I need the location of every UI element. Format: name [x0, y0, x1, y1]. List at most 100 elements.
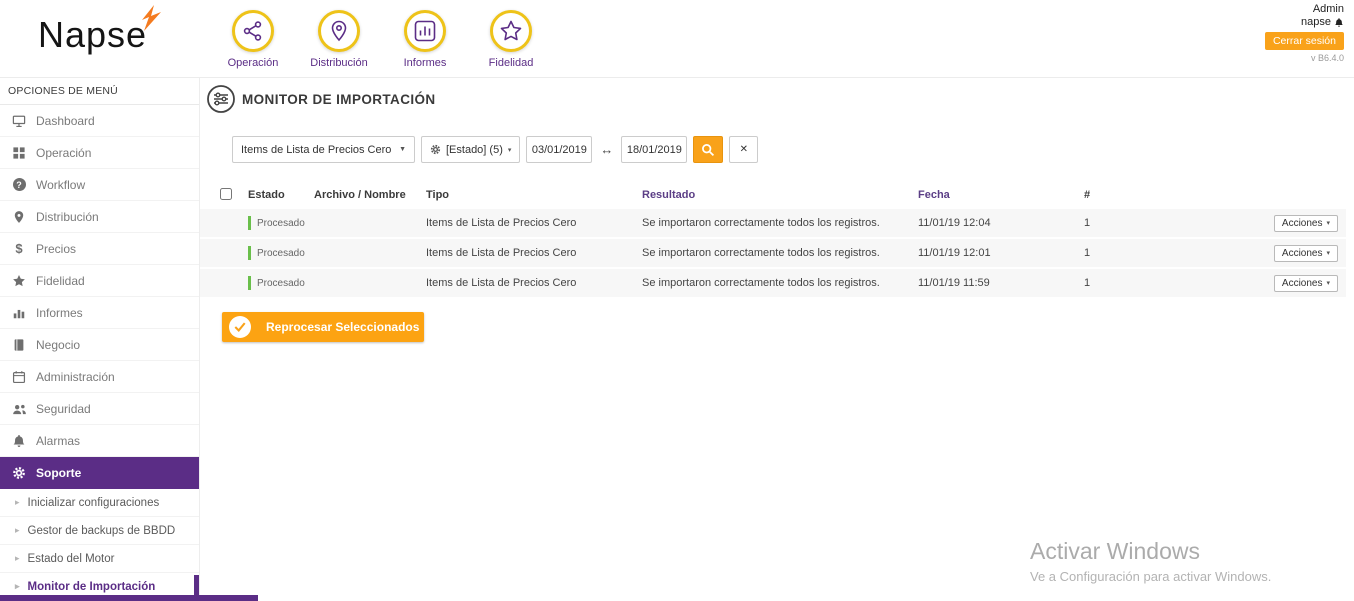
sidebar-item-alarmas[interactable]: Alarmas — [0, 425, 199, 457]
user-role: Admin — [1313, 3, 1344, 15]
logo-spark-icon — [139, 5, 163, 33]
nav-operacion[interactable]: Operación — [210, 10, 296, 69]
app-nav: Operación Distribución I — [210, 10, 554, 69]
windows-activation-watermark: Activar Windows Ve a Configuración para … — [1030, 538, 1271, 584]
sidebar-subitem-label: Estado del Motor — [28, 553, 115, 565]
cell-fecha: 11/01/19 11:59 — [918, 277, 1084, 289]
app-window: Napse Operación — [0, 0, 1354, 601]
sidebar-item-informes[interactable]: Informes — [0, 297, 199, 329]
search-button[interactable] — [693, 136, 723, 163]
network-icon — [242, 20, 264, 42]
book-icon — [11, 338, 27, 352]
chevron-right-icon: ▸ — [15, 525, 20, 536]
cell-tipo: Items de Lista de Precios Cero — [426, 217, 642, 229]
table-header-row: Estado Archivo / Nombre Tipo Resultado F… — [200, 181, 1346, 209]
date-from-value: 03/01/2019 — [532, 144, 587, 156]
chevron-down-icon: ▾ — [508, 146, 512, 154]
acciones-button[interactable]: Acciones ▾ — [1274, 275, 1338, 292]
cell-tipo: Items de Lista de Precios Cero — [426, 247, 642, 259]
acciones-button[interactable]: Acciones ▾ — [1274, 245, 1338, 262]
check-circle — [229, 316, 251, 338]
import-type-select[interactable]: Items de Lista de Precios Cero ▼ — [232, 136, 415, 163]
nav-circle — [404, 10, 446, 52]
reprocess-label: Reprocesar Seleccionados — [266, 320, 419, 334]
sidebar-item-workflow[interactable]: ? Workflow — [0, 169, 199, 201]
bell-icon — [1334, 17, 1344, 28]
nav-fidelidad[interactable]: Fidelidad — [468, 10, 554, 69]
bell-icon — [11, 434, 27, 448]
sidebar-item-negocio[interactable]: Negocio — [0, 329, 199, 361]
sidebar-subitem-gestor-backups[interactable]: ▸ Gestor de backups de BBDD — [0, 517, 199, 545]
user-account-menu[interactable]: napse — [1301, 16, 1344, 28]
dollar-icon: $ — [11, 242, 27, 255]
sidebar-item-label: Precios — [36, 242, 76, 256]
sidebar-item-operacion[interactable]: Operación — [0, 137, 199, 169]
user-box: Admin napse Cerrar sesión v B6.4.0 — [1265, 3, 1344, 63]
chevron-down-icon: ▼ — [399, 146, 406, 153]
col-resultado: Resultado — [642, 189, 918, 201]
watermark-subtitle: Ve a Configuración para activar Windows. — [1030, 569, 1271, 584]
sidebar-item-label: Administración — [36, 370, 115, 384]
sidebar-item-seguridad[interactable]: Seguridad — [0, 393, 199, 425]
nav-circle — [232, 10, 274, 52]
sidebar-item-administracion[interactable]: Administración — [0, 361, 199, 393]
desktop-icon — [11, 114, 27, 128]
sidebar-item-distribucion[interactable]: Distribución — [0, 201, 199, 233]
cell-resultado: Se importaron correctamente todos los re… — [642, 217, 918, 229]
estado-filter-button[interactable]: [Estado] (5) ▾ — [421, 136, 520, 163]
close-icon: ✕ — [740, 144, 748, 155]
cell-fecha: 11/01/19 12:01 — [918, 247, 1084, 259]
col-estado: Estado — [248, 189, 314, 201]
chevron-right-icon: ▸ — [15, 497, 20, 508]
table-row: Procesado Items de Lista de Precios Cero… — [200, 239, 1346, 267]
clear-filters-button[interactable]: ✕ — [729, 136, 758, 163]
chevron-down-icon: ▾ — [1326, 219, 1330, 227]
sidebar-item-precios[interactable]: $ Precios — [0, 233, 199, 265]
date-from-input[interactable]: 03/01/2019 — [526, 136, 592, 163]
chevron-right-icon: ▸ — [15, 553, 20, 564]
sidebar-subitem-inicializar-configuraciones[interactable]: ▸ Inicializar configuraciones — [0, 489, 199, 517]
status-bar — [248, 246, 251, 260]
select-all-checkbox[interactable] — [220, 188, 232, 200]
date-to-input[interactable]: 18/01/2019 — [621, 136, 687, 163]
table-row: Procesado Items de Lista de Precios Cero… — [200, 269, 1346, 297]
logout-button[interactable]: Cerrar sesión — [1265, 32, 1344, 50]
nav-distribucion[interactable]: Distribución — [296, 10, 382, 69]
sliders-icon — [206, 84, 236, 114]
status-text: Procesado — [257, 278, 305, 289]
nav-label: Operación — [228, 57, 279, 69]
filter-bar: Items de Lista de Precios Cero ▼ [Estado… — [232, 136, 1354, 163]
napse-logo[interactable]: Napse — [38, 14, 147, 56]
reprocesar-seleccionados-button[interactable]: Reprocesar Seleccionados — [222, 312, 424, 342]
sidebar-item-dashboard[interactable]: Dashboard — [0, 105, 199, 137]
sidebar: OPCIONES DE MENÚ Dashboard Operación ? W… — [0, 78, 200, 601]
watermark-title: Activar Windows — [1030, 538, 1271, 565]
status-bar — [248, 276, 251, 290]
page-head: MONITOR DE IMPORTACIÓN — [206, 84, 1354, 114]
map-pin-icon — [329, 20, 349, 42]
cell-resultado: Se importaron correctamente todos los re… — [642, 247, 918, 259]
nav-circle — [490, 10, 532, 52]
col-fecha: Fecha — [918, 189, 1084, 201]
acciones-button[interactable]: Acciones ▾ — [1274, 215, 1338, 232]
sidebar-item-fidelidad[interactable]: Fidelidad — [0, 265, 199, 297]
cell-fecha: 11/01/19 12:04 — [918, 217, 1084, 229]
sidebar-item-label: Fidelidad — [36, 274, 85, 288]
cell-num: 1 — [1084, 247, 1164, 259]
nav-informes[interactable]: Informes — [382, 10, 468, 69]
chevron-right-icon: ▸ — [15, 581, 20, 592]
nav-label: Fidelidad — [489, 57, 534, 69]
sidebar-subitem-estado-motor[interactable]: ▸ Estado del Motor — [0, 545, 199, 573]
version-label: v B6.4.0 — [1311, 53, 1344, 63]
sidebar-subitem-label: Inicializar configuraciones — [28, 497, 160, 509]
sidebar-item-soporte[interactable]: Soporte — [0, 457, 199, 489]
sidebar-item-label: Alarmas — [36, 434, 80, 448]
sidebar-item-label: Operación — [36, 146, 91, 160]
sidebar-item-label: Dashboard — [36, 114, 95, 128]
sidebar-item-label: Soporte — [36, 466, 81, 480]
cell-tipo: Items de Lista de Precios Cero — [426, 277, 642, 289]
status-text: Procesado — [257, 218, 305, 229]
star-icon — [11, 274, 27, 288]
nav-circle — [318, 10, 360, 52]
nav-label: Distribución — [310, 57, 367, 69]
